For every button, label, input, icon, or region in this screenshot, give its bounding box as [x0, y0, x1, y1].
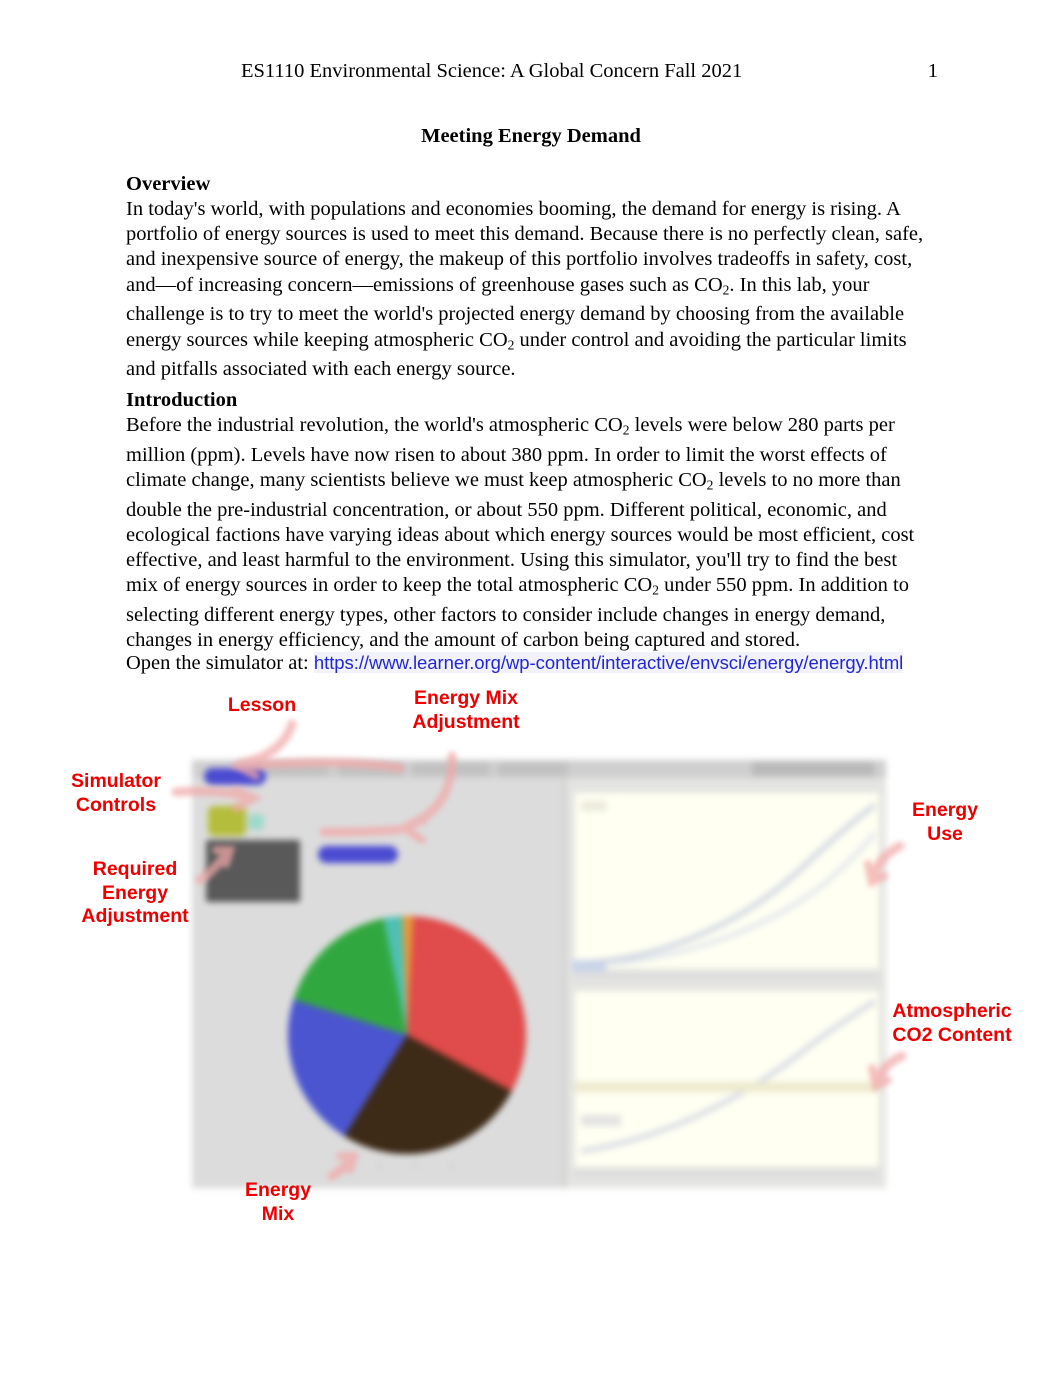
lesson-button[interactable]	[204, 768, 266, 785]
right-pane-button[interactable]	[572, 960, 606, 972]
course-header-text: ES1110 Environmental Science: A Global C…	[241, 60, 743, 82]
pie-tick-4	[450, 1164, 452, 1168]
energy-use-axis-strip	[574, 970, 878, 980]
overview-paragraph: In today's world, with populations and e…	[126, 198, 924, 381]
open-simulator-label: Open the simulator at:	[126, 652, 309, 674]
simulator-link[interactable]: https://www.learner.org/wp-content/inter…	[313, 652, 903, 673]
energy-use-curve-icon	[580, 802, 877, 967]
annotation-energy-mix: Energy Mix	[244, 1179, 312, 1225]
simulator-topbar	[192, 760, 886, 778]
atmospheric-co2-axis-strip	[574, 1168, 878, 1178]
simulator-right-pane	[566, 778, 886, 1188]
chart-label-chip	[581, 801, 607, 811]
annotation-atmospheric-co2-content: Atmospheric CO2 Content	[892, 1000, 1012, 1046]
pie-tick-3	[414, 1164, 416, 1168]
topbar-tab-3	[412, 762, 490, 776]
chart-legend-chip	[581, 1115, 621, 1126]
introduction-paragraph: Before the industrial revolution, the wo…	[126, 414, 915, 652]
annotation-required-energy-adjustment: Required Energy Adjustment	[81, 858, 189, 927]
required-energy-swatch[interactable]	[208, 806, 246, 836]
simulator-left-pane	[192, 768, 564, 1188]
overview-heading: Overview	[126, 173, 211, 195]
page-title: Meeting Energy Demand	[421, 125, 641, 147]
topbar-tab-5	[752, 762, 874, 776]
atmospheric-co2-curve-icon	[575, 998, 879, 1154]
indicator-swatch	[248, 814, 264, 830]
overview-section: Overview In today's world, with populati…	[126, 172, 926, 382]
page-number: 1	[927, 60, 938, 82]
annotation-energy-use: Energy Use	[911, 799, 979, 845]
document-page: ES1110 Environmental Science: A Global C…	[0, 0, 1062, 1377]
energy-mix-pie-chart	[288, 916, 526, 1154]
introduction-heading: Introduction	[126, 389, 238, 411]
annotation-simulator-controls: Simulator Controls	[71, 770, 161, 816]
pie-tick-2	[378, 1164, 380, 1168]
atmospheric-co2-chart	[574, 990, 880, 1168]
topbar-tab-2	[338, 762, 404, 776]
energy-use-chart	[574, 792, 880, 970]
document-header: ES1110 Environmental Science: A Global C…	[128, 58, 938, 86]
energy-mix-adjustment-button[interactable]	[318, 846, 398, 863]
required-energy-adjustment-box[interactable]	[206, 840, 300, 902]
annotation-lesson: Lesson	[227, 694, 297, 716]
introduction-section: Introduction Before the industrial revol…	[126, 388, 926, 653]
open-simulator-line: Open the simulator at: https://www.learn…	[126, 650, 926, 676]
annotation-energy-mix-adjustment: Energy Mix Adjustment	[412, 687, 520, 733]
simulator-screenshot	[192, 760, 886, 1188]
topbar-tab-4	[498, 762, 568, 776]
pie-tick-1	[342, 1164, 344, 1168]
